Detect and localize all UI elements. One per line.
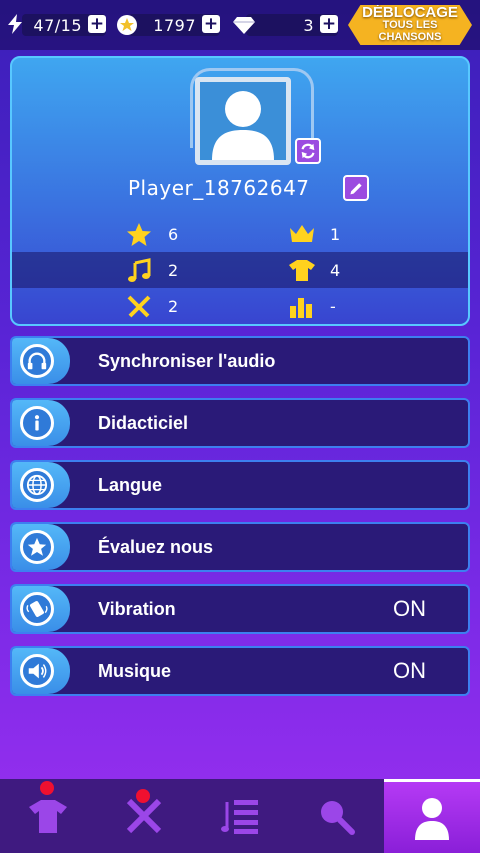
music-label: Musique (98, 661, 172, 681)
vibration-value: ON (393, 596, 426, 621)
profile-icon (212, 91, 274, 160)
info-icon-wrap (20, 406, 54, 440)
coins-counter: 1797 + (116, 11, 220, 39)
stat-battles-value: 2 (168, 297, 179, 316)
top-bar: 47/15 + 1797 + 3 + DÉBLOCAGE TOUS LES CH… (0, 0, 480, 50)
crown-icon (290, 225, 314, 242)
add-coins-button[interactable]: + (202, 15, 220, 33)
edit-name-button[interactable] (343, 175, 369, 201)
diamonds-value: 3 (303, 15, 314, 35)
stat-battles: 2 (126, 294, 178, 320)
player-name: Player_18762647 (128, 176, 310, 200)
add-energy-button[interactable]: + (88, 15, 106, 33)
headphones-icon (27, 352, 47, 370)
search-icon (321, 801, 355, 835)
stat-stars: 6 (126, 222, 178, 248)
tutorial-label: Didacticiel (98, 413, 189, 433)
avatar[interactable] (195, 77, 291, 165)
stat-crowns-value: 1 (330, 225, 341, 244)
vibration-toggle[interactable]: Vibration ON (10, 584, 470, 634)
swap-icon (301, 143, 315, 159)
shirt-icon (29, 800, 67, 833)
notification-badge (40, 781, 54, 795)
coin-icon (117, 15, 137, 35)
rate-us-label: Évaluez nous (98, 537, 214, 557)
energy-value: 47/15 (33, 15, 82, 35)
stats-row-1: 6 1 (12, 216, 468, 252)
stats-row-2: 2 4 (12, 252, 468, 288)
nav-profile[interactable] (384, 779, 480, 853)
stat-songs: 2 (126, 258, 178, 284)
nav-battles[interactable] (96, 779, 192, 853)
unlock-line-1: DÉBLOCAGE (362, 4, 458, 21)
stats-row-3: 2 -- (12, 288, 468, 324)
bar-chart-icon (290, 298, 312, 318)
globe-icon (26, 474, 48, 496)
song-list-icon (221, 800, 258, 834)
stat-outfits: 4 (288, 258, 340, 282)
star-icon (27, 537, 47, 556)
vibration-label: Vibration (98, 599, 176, 619)
music-value: ON (393, 658, 426, 683)
stat-outfits-value: 4 (330, 261, 341, 280)
language-button[interactable]: Langue (10, 460, 470, 510)
lightning-icon (8, 14, 22, 34)
profile-icon (415, 797, 449, 840)
speaker-icon (28, 663, 47, 679)
music-note-icon (128, 258, 151, 282)
globe-icon-wrap (20, 468, 54, 502)
profile-card: Player_18762647 6 1 2 4 2 -- (10, 56, 470, 326)
rate-us-button[interactable]: Évaluez nous (10, 522, 470, 572)
diamond-icon (233, 17, 255, 34)
stat-crowns: 1 (288, 222, 340, 246)
nav-outfits[interactable] (0, 779, 96, 853)
nav-songs[interactable] (192, 779, 288, 853)
add-diamonds-button[interactable]: + (320, 15, 338, 33)
stat-ranking: -- (288, 294, 336, 324)
vibration-icon-wrap (20, 592, 54, 626)
sync-audio-button[interactable]: Synchroniser l'audio (10, 336, 470, 386)
language-label: Langue (98, 475, 163, 495)
vibration-icon (26, 601, 48, 617)
unlock-line-2: TOUS LES (382, 19, 438, 31)
stat-songs-value: 2 (168, 261, 179, 280)
stat-ranking-value: -- (330, 297, 336, 326)
info-icon (34, 415, 40, 431)
star-icon-wrap (20, 530, 54, 564)
nav-search[interactable] (288, 779, 384, 853)
shirt-icon (289, 260, 315, 281)
speaker-icon-wrap (20, 654, 54, 688)
swords-icon (127, 295, 151, 318)
music-toggle[interactable]: Musique ON (10, 646, 470, 696)
stat-stars-value: 6 (168, 225, 179, 244)
bottom-nav (0, 779, 480, 853)
coins-value: 1797 (153, 15, 196, 35)
notification-badge (136, 789, 150, 803)
change-avatar-button[interactable] (295, 138, 321, 164)
star-icon (127, 223, 151, 246)
sync-audio-label: Synchroniser l'audio (98, 351, 276, 371)
unlock-line-3: CHANSONS (378, 31, 442, 43)
unlock-all-songs-button[interactable]: DÉBLOCAGE TOUS LES CHANSONS (348, 5, 472, 45)
headphones-icon-wrap (20, 344, 54, 378)
energy-counter: 47/15 + (4, 11, 106, 39)
diamonds-counter: 3 + (232, 11, 338, 39)
tutorial-button[interactable]: Didacticiel (10, 398, 470, 448)
pencil-icon (350, 183, 362, 195)
